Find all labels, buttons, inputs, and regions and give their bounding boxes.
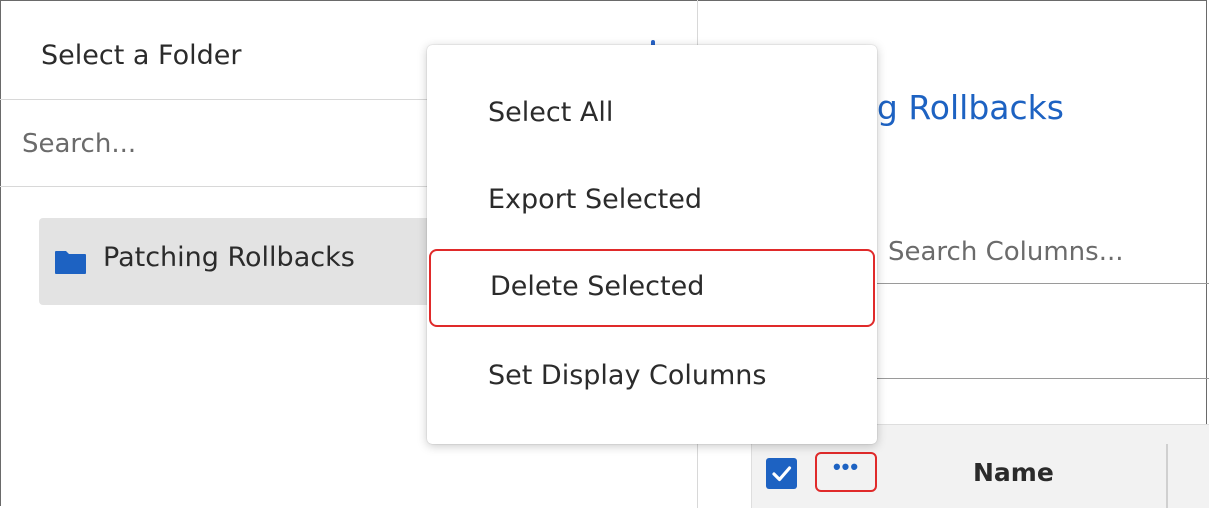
menu-item-set-display-columns[interactable]: Set Display Columns bbox=[427, 338, 877, 416]
folder-search-input[interactable] bbox=[22, 122, 422, 166]
folder-panel-title: Select a Folder bbox=[41, 40, 242, 71]
section-divider bbox=[868, 378, 1209, 379]
folder-icon bbox=[55, 251, 86, 274]
menu-item-label: Set Display Columns bbox=[488, 360, 767, 391]
column-resize-handle[interactable] bbox=[1166, 444, 1168, 508]
select-all-checkbox[interactable] bbox=[766, 458, 797, 489]
context-menu: Select All Export Selected Delete Select… bbox=[427, 45, 877, 444]
folder-item-patching-rollbacks[interactable]: Patching Rollbacks bbox=[39, 218, 459, 305]
menu-item-label: Export Selected bbox=[488, 184, 703, 215]
more-options-button[interactable]: ••• bbox=[815, 452, 877, 492]
column-header-name[interactable]: Name bbox=[973, 458, 1054, 487]
columns-search-input[interactable] bbox=[888, 230, 1208, 274]
content-title: ng Rollbacks bbox=[856, 88, 1064, 127]
checkmark-icon bbox=[772, 466, 792, 482]
menu-item-select-all[interactable]: Select All bbox=[427, 75, 877, 153]
menu-item-label: Select All bbox=[488, 97, 614, 128]
menu-item-delete-selected[interactable]: Delete Selected bbox=[429, 249, 875, 327]
menu-item-export-selected[interactable]: Export Selected bbox=[427, 162, 877, 240]
menu-item-label: Delete Selected bbox=[490, 271, 705, 302]
folder-label: Patching Rollbacks bbox=[103, 242, 355, 273]
ellipsis-icon: ••• bbox=[832, 454, 860, 479]
columns-search-underline bbox=[868, 283, 1209, 284]
